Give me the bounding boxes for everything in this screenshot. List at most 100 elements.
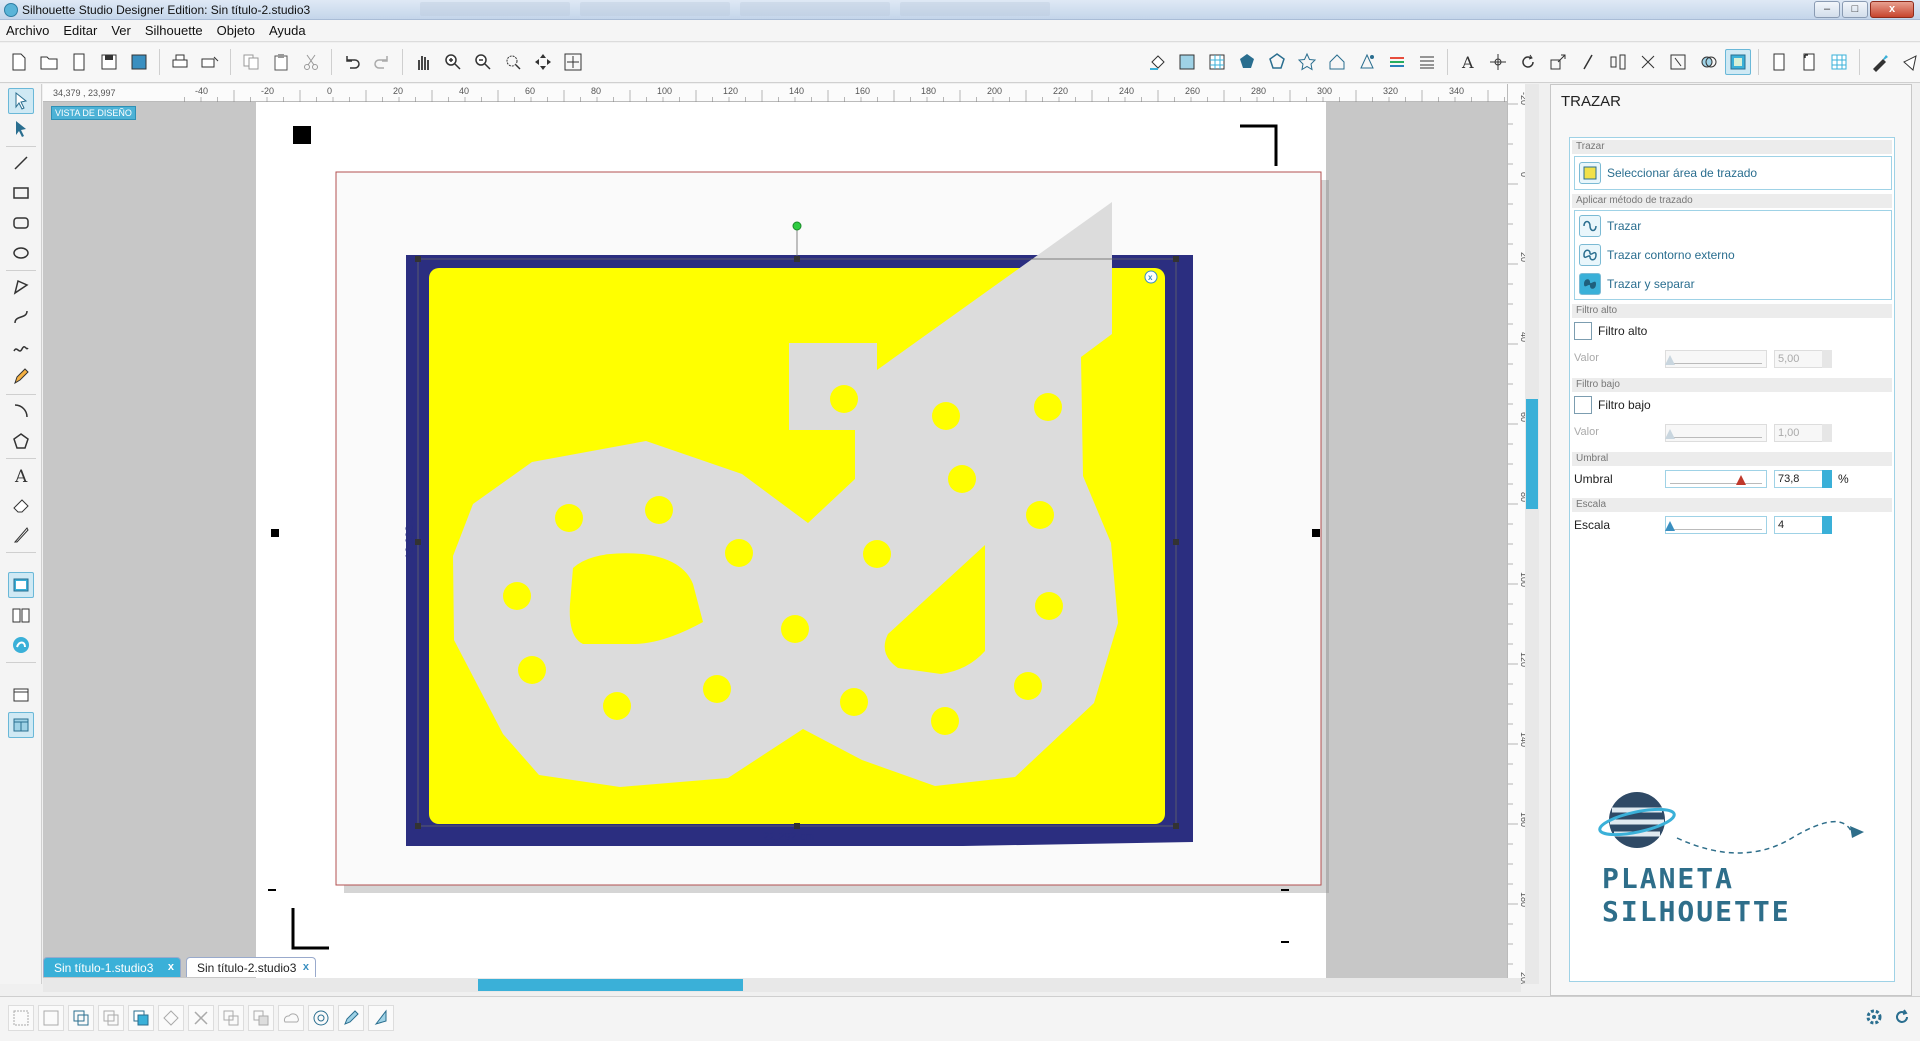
- rotate-handle[interactable]: [792, 221, 802, 231]
- menu-editar[interactable]: Editar: [63, 23, 97, 38]
- text-tool[interactable]: A: [8, 462, 34, 488]
- trace-button[interactable]: [1725, 49, 1751, 75]
- pen-sketch-button[interactable]: [338, 1005, 364, 1031]
- design-canvas[interactable]: -40 -20 0 20 40 60 80 100 120 140 160 180 200 220 240 2…: [43, 84, 1521, 984]
- print-button[interactable]: [167, 49, 193, 75]
- scale-button[interactable]: [1545, 49, 1571, 75]
- polygon-tool[interactable]: [8, 274, 34, 300]
- threshold-slider[interactable]: [1665, 470, 1767, 488]
- rounded-rectangle-tool[interactable]: [8, 210, 34, 236]
- open-file-button[interactable]: [36, 49, 62, 75]
- vertical-scrollbar[interactable]: [1525, 84, 1539, 984]
- copy-button[interactable]: [238, 49, 264, 75]
- select-trace-area-button[interactable]: Seleccionar área de trazado: [1579, 162, 1757, 184]
- low-pass-spinner[interactable]: [1822, 424, 1832, 442]
- scale-slider[interactable]: [1665, 516, 1767, 534]
- regular-polygon-tool[interactable]: [8, 428, 34, 454]
- ellipse-tool[interactable]: [8, 240, 34, 266]
- cut-button[interactable]: [298, 49, 324, 75]
- tab-close-icon[interactable]: x: [303, 961, 309, 973]
- high-pass-checkbox-box[interactable]: [1574, 322, 1592, 340]
- delete-button[interactable]: [188, 1005, 214, 1031]
- settings-gear-icon[interactable]: [1864, 1007, 1884, 1027]
- single-view-tool[interactable]: [8, 682, 34, 708]
- high-pass-slider-handle[interactable]: [1665, 355, 1675, 365]
- make-compound-button[interactable]: [68, 1005, 94, 1031]
- line-color-button[interactable]: [1234, 49, 1260, 75]
- vertical-scroll-thumb[interactable]: [1526, 399, 1538, 509]
- high-pass-slider[interactable]: [1665, 350, 1767, 368]
- menu-archivo[interactable]: Archivo: [6, 23, 49, 38]
- paste-button[interactable]: [268, 49, 294, 75]
- high-pass-checkbox[interactable]: Filtro alto: [1574, 322, 1647, 340]
- knife-tool[interactable]: [8, 522, 34, 548]
- fill-color-button[interactable]: [1144, 49, 1170, 75]
- horizontal-scrollbar[interactable]: [43, 978, 1521, 992]
- align-button[interactable]: [1605, 49, 1631, 75]
- line-tool[interactable]: [8, 150, 34, 176]
- shadow-button[interactable]: [1324, 49, 1350, 75]
- zoom-out-button[interactable]: [470, 49, 496, 75]
- cut-settings-button[interactable]: [1867, 49, 1893, 75]
- line-style-button[interactable]: [1264, 49, 1290, 75]
- transform-button[interactable]: [1485, 49, 1511, 75]
- save-button[interactable]: [96, 49, 122, 75]
- maximize-button[interactable]: □: [1842, 1, 1868, 18]
- menu-ayuda[interactable]: Ayuda: [269, 23, 306, 38]
- print-cut-button[interactable]: [197, 49, 223, 75]
- nesting-button[interactable]: [1665, 49, 1691, 75]
- line-width-button[interactable]: [1414, 49, 1440, 75]
- library-button[interactable]: [66, 49, 92, 75]
- fit-page-button[interactable]: [560, 49, 586, 75]
- tab-sin-titulo-2[interactable]: Sin título-2.studio3 x: [186, 957, 316, 977]
- pan-button[interactable]: [410, 49, 436, 75]
- new-file-button[interactable]: [6, 49, 32, 75]
- send-to-silhouette-button[interactable]: [1897, 49, 1920, 75]
- curve-tool[interactable]: [8, 304, 34, 330]
- store-tool[interactable]: [8, 632, 34, 658]
- group-button[interactable]: [8, 1005, 34, 1031]
- rotate-button[interactable]: [1515, 49, 1541, 75]
- text-style-button[interactable]: A: [1455, 49, 1481, 75]
- select-tool[interactable]: [8, 88, 34, 114]
- registration-button[interactable]: [1796, 49, 1822, 75]
- release-compound-button[interactable]: [98, 1005, 124, 1031]
- sketch-button[interactable]: [1354, 49, 1380, 75]
- minimize-button[interactable]: –: [1814, 1, 1840, 18]
- zoom-in-button[interactable]: [440, 49, 466, 75]
- threshold-slider-handle[interactable]: [1736, 475, 1746, 485]
- library-tool[interactable]: [8, 602, 34, 628]
- tab-close-icon[interactable]: x: [168, 961, 174, 973]
- smooth-freehand-tool[interactable]: [8, 364, 34, 390]
- low-pass-checkbox[interactable]: Filtro bajo: [1574, 396, 1651, 414]
- horizontal-scroll-thumb[interactable]: [478, 979, 743, 991]
- scale-spinner[interactable]: [1822, 516, 1832, 534]
- close-button[interactable]: x: [1870, 1, 1914, 18]
- offset-button[interactable]: [1294, 49, 1320, 75]
- rainbow-lines-button[interactable]: [1384, 49, 1410, 75]
- rectangle-tool[interactable]: [8, 180, 34, 206]
- redo-button[interactable]: [369, 49, 395, 75]
- mirror-button[interactable]: [248, 1005, 274, 1031]
- low-pass-checkbox-box[interactable]: [1574, 396, 1592, 414]
- low-pass-slider[interactable]: [1665, 424, 1767, 442]
- threshold-spinner[interactable]: [1822, 470, 1832, 488]
- trace-outer-edge-button[interactable]: Trazar contorno externo: [1579, 244, 1735, 266]
- menu-objeto[interactable]: Objeto: [217, 23, 255, 38]
- ungroup-button[interactable]: [38, 1005, 64, 1031]
- shape-button[interactable]: [278, 1005, 304, 1031]
- page-setup-button[interactable]: [1766, 49, 1792, 75]
- bring-front-button[interactable]: [128, 1005, 154, 1031]
- weld-button[interactable]: [158, 1005, 184, 1031]
- pan-drag-button[interactable]: [530, 49, 556, 75]
- menu-ver[interactable]: Ver: [111, 23, 131, 38]
- arc-tool[interactable]: [8, 398, 34, 424]
- trace-button[interactable]: Trazar: [1579, 215, 1641, 237]
- zoom-select-button[interactable]: [500, 49, 526, 75]
- refresh-icon[interactable]: [1892, 1007, 1912, 1027]
- save-library-button[interactable]: [126, 49, 152, 75]
- high-pass-spinner[interactable]: [1822, 350, 1832, 368]
- modify-button[interactable]: [1695, 49, 1721, 75]
- low-pass-slider-handle[interactable]: [1665, 429, 1675, 439]
- replicate-button[interactable]: [1635, 49, 1661, 75]
